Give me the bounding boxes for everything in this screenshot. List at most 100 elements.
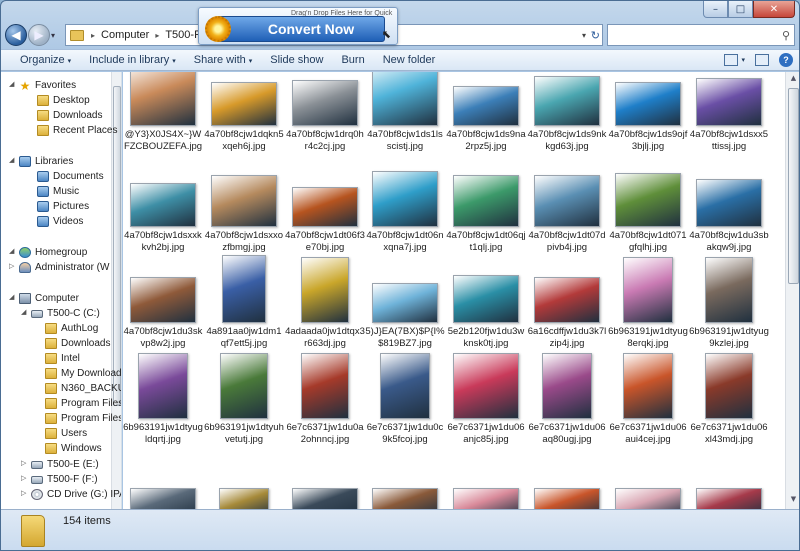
nav-item-recent-places[interactable]: Recent Places bbox=[37, 123, 117, 138]
file-tile[interactable]: 4a70bf8cjw1dsxxkkvh2bj.jpg bbox=[123, 177, 203, 277]
image-thumbnail bbox=[292, 187, 358, 227]
address-dropdown-icon[interactable]: ▾ bbox=[582, 31, 586, 40]
file-tile[interactable] bbox=[527, 468, 607, 509]
file-tile[interactable]: 4a70bf8cjw1dt07dpivb4j.jpg bbox=[527, 175, 607, 277]
file-name: 5e2b120fjw1du3wknsk0tj.jpg bbox=[447, 326, 525, 349]
expand-closed-icon[interactable]: ▷ bbox=[21, 489, 29, 497]
scroll-thumb[interactable] bbox=[788, 88, 799, 284]
nav-item-pictures[interactable]: Pictures bbox=[37, 199, 89, 214]
convert-now-banner[interactable]: Drag'n Drop Files Here for Quick Convert… bbox=[198, 7, 398, 45]
scroll-up-arrow[interactable]: ▲ bbox=[788, 74, 799, 86]
nav-item-videos[interactable]: Videos bbox=[37, 214, 83, 229]
maximize-button[interactable]: □ bbox=[728, 1, 753, 18]
nav-item-program-files[interactable]: Program Files ( bbox=[45, 411, 121, 426]
nav-item-n360-backup[interactable]: N360_BACKUP bbox=[45, 381, 121, 396]
file-tile[interactable] bbox=[689, 468, 769, 509]
cursor-icon: ⬉ bbox=[381, 28, 391, 41]
organize-button[interactable]: Organize ▾ bbox=[11, 54, 80, 66]
image-thumbnail bbox=[301, 353, 349, 419]
homegroup-icon bbox=[19, 247, 31, 258]
file-tile[interactable]: 6b963191jw1dtyuhvetutj.jpg bbox=[204, 353, 284, 469]
breadcrumb-separator[interactable]: ▸ bbox=[153, 31, 161, 40]
file-tile[interactable] bbox=[446, 468, 526, 509]
file-tile[interactable] bbox=[365, 468, 445, 509]
gear-icon bbox=[205, 16, 231, 42]
nav-item-favorites[interactable]: ★ Favorites bbox=[19, 78, 77, 93]
nav-item-users[interactable]: Users bbox=[45, 426, 87, 441]
image-thumbnail bbox=[222, 255, 266, 323]
recent-pages-dropdown[interactable]: ▾ bbox=[51, 31, 61, 40]
include-in-library-button[interactable]: Include in library ▾ bbox=[80, 54, 185, 66]
file-tile[interactable]: 4a70bf8cjw1drq0hr4c2cj.jpg bbox=[285, 76, 365, 176]
refresh-icon[interactable]: ↻ bbox=[591, 29, 600, 42]
nav-item-t500-e-e[interactable]: T500-E (E:) bbox=[31, 457, 99, 472]
nav-item-music[interactable]: Music bbox=[37, 184, 79, 199]
breadcrumb-computer[interactable]: Computer bbox=[97, 29, 153, 41]
file-tile[interactable]: 6e7c6371jw1du0c9k5fcoj.jpg bbox=[365, 353, 445, 469]
expand-open-icon[interactable]: ◢ bbox=[9, 247, 17, 255]
file-tile[interactable]: 4a70bf8cjw1dqkn5xqeh6j.jpg bbox=[204, 76, 284, 176]
expand-open-icon[interactable]: ◢ bbox=[21, 308, 29, 316]
nav-item-authlog[interactable]: AuthLog bbox=[45, 321, 98, 336]
file-tile[interactable]: @Y3}X0JS4X~}WFZCBOUZEFA.jpg bbox=[123, 72, 203, 176]
nav-item-downloads[interactable]: Downloads bbox=[45, 336, 110, 351]
file-tile[interactable]: 4a70bf8cjw1dt06nxqna7j.jpg bbox=[365, 171, 445, 277]
help-icon[interactable]: ? bbox=[779, 53, 793, 67]
slide-show-button[interactable]: Slide show bbox=[261, 54, 332, 66]
nav-item-homegroup[interactable]: Homegroup bbox=[19, 245, 87, 260]
file-tile[interactable]: 4a70bf8cjw1ds9nkkgd63j.jpg bbox=[527, 76, 607, 176]
file-tile[interactable]: 4a70bf8cjw1ds9ojf3bjlj.jpg bbox=[608, 76, 688, 176]
nav-item-t500-c-c[interactable]: T500-C (C:) bbox=[31, 306, 100, 321]
file-tile[interactable]: 6e7c6371jw1du06aq80ugj.jpg bbox=[527, 353, 607, 469]
minimize-button[interactable]: – bbox=[703, 1, 728, 18]
file-tile[interactable]: 4a70bf8cjw1ds9na2rpz5j.jpg bbox=[446, 76, 526, 176]
view-options-dropdown[interactable]: ▾ bbox=[741, 56, 745, 64]
nav-item-label: Downloads bbox=[61, 338, 111, 349]
file-tile[interactable]: 4a70bf8cjw1ds1ls scistj.jpg bbox=[365, 72, 445, 176]
file-tile[interactable] bbox=[204, 468, 284, 509]
forward-button[interactable]: ▶ bbox=[28, 24, 50, 46]
expand-closed-icon[interactable]: ▷ bbox=[21, 474, 29, 482]
file-list-scrollbar[interactable]: ▲ ▼ bbox=[785, 72, 799, 509]
nav-item-program-files[interactable]: Program Files bbox=[45, 396, 121, 411]
back-button[interactable]: ◀ bbox=[5, 24, 27, 46]
expand-closed-icon[interactable]: ▷ bbox=[21, 459, 29, 467]
change-view-icon[interactable] bbox=[724, 54, 739, 66]
expand-open-icon[interactable]: ◢ bbox=[9, 156, 17, 164]
file-tile[interactable]: 6e7c6371jw1du06xl43mdj.jpg bbox=[689, 353, 769, 469]
search-input[interactable]: ⚲ bbox=[607, 24, 795, 46]
convert-now-button[interactable]: Convert Now bbox=[217, 16, 385, 42]
nav-item-label: Desktop bbox=[53, 95, 90, 106]
burn-button[interactable]: Burn bbox=[332, 54, 373, 66]
file-tile[interactable] bbox=[608, 468, 688, 509]
nav-item-administrator-w[interactable]: Administrator (W bbox=[19, 260, 109, 275]
file-tile[interactable]: 6e7c6371jw1du06anjc85j.jpg bbox=[446, 353, 526, 469]
file-tile[interactable] bbox=[123, 468, 203, 509]
file-tile[interactable]: 6b963191jw1dtyugldqrtj.jpg bbox=[123, 353, 203, 469]
nav-item-desktop[interactable]: Desktop bbox=[37, 93, 90, 108]
breadcrumb-separator[interactable]: ▸ bbox=[89, 31, 97, 40]
file-tile[interactable]: 4a70bf8cjw1dsxx5ttissj.jpg bbox=[689, 76, 769, 176]
nav-item-windows[interactable]: Windows bbox=[45, 441, 102, 456]
expand-open-icon[interactable]: ◢ bbox=[9, 80, 17, 88]
nav-item-label: Users bbox=[61, 428, 88, 439]
file-tile[interactable]: 6e7c6371jw1du06aui4cej.jpg bbox=[608, 353, 688, 469]
share-with-button[interactable]: Share with ▾ bbox=[185, 54, 262, 66]
file-tile[interactable]: 6e7c6371jw1du0a2ohnncj.jpg bbox=[285, 353, 365, 469]
nav-item-libraries[interactable]: Libraries bbox=[19, 154, 73, 169]
nav-item-documents[interactable]: Documents bbox=[37, 169, 104, 184]
nav-item-downloads[interactable]: Downloads bbox=[37, 108, 102, 123]
expand-open-icon[interactable]: ◢ bbox=[9, 293, 17, 301]
new-folder-button[interactable]: New folder bbox=[374, 54, 445, 66]
nav-item-intel[interactable]: Intel bbox=[45, 351, 80, 366]
preview-pane-icon[interactable] bbox=[755, 54, 769, 66]
nav-item-my-downloads[interactable]: My Downloads bbox=[45, 366, 121, 381]
nav-item-cd-drive-g-ipa[interactable]: CD Drive (G:) IPA bbox=[31, 487, 121, 502]
scroll-down-arrow[interactable]: ▼ bbox=[788, 495, 799, 507]
nav-item-t500-f-f[interactable]: T500-F (F:) bbox=[31, 472, 98, 487]
close-button[interactable]: ✕ bbox=[753, 1, 795, 18]
file-tile[interactable] bbox=[285, 468, 365, 509]
nav-item-computer[interactable]: Computer bbox=[19, 291, 79, 306]
expand-closed-icon[interactable]: ▷ bbox=[9, 262, 17, 270]
file-tile[interactable]: 4a70bf8cjw1dt06qjt1qlj.jpg bbox=[446, 175, 526, 277]
